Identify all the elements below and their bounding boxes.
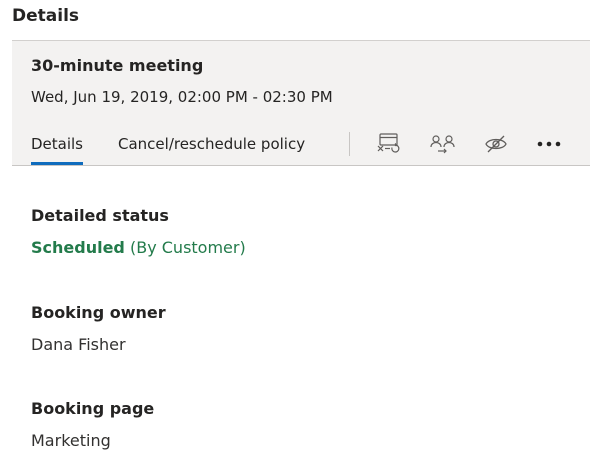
hide-icon	[483, 133, 509, 155]
booking-header-card: 30-minute meeting Wed, Jun 19, 2019, 02:…	[12, 40, 590, 166]
hide-button[interactable]	[481, 131, 511, 157]
cancel-booking-button[interactable]	[374, 131, 404, 157]
booking-page-label: Booking page	[31, 399, 155, 418]
booking-owner-value: Dana Fisher	[31, 335, 126, 354]
pane-title: Details	[12, 6, 80, 26]
more-icon	[535, 139, 563, 149]
detailed-status-label: Detailed status	[31, 206, 169, 225]
booking-datetime: Wed, Jun 19, 2019, 02:00 PM - 02:30 PM	[31, 88, 333, 106]
more-options-button[interactable]	[534, 131, 564, 157]
tab-cancel-reschedule-policy[interactable]: Cancel/reschedule policy	[118, 135, 305, 153]
status-detail: (By Customer)	[129, 238, 246, 257]
booking-owner-label: Booking owner	[31, 303, 166, 322]
tab-details[interactable]: Details	[31, 135, 84, 165]
toolbar-divider	[349, 132, 350, 156]
tab-bar: Details Cancel/reschedule policy	[12, 132, 590, 167]
cancel-booking-icon	[375, 132, 403, 156]
reassign-staff-icon	[429, 133, 457, 155]
detailed-status-value: Scheduled (By Customer)	[31, 238, 246, 257]
status-badge: Scheduled	[31, 238, 125, 257]
booking-page-value: Marketing	[31, 431, 111, 450]
booking-title: 30-minute meeting	[31, 56, 204, 75]
reassign-staff-button[interactable]	[428, 131, 458, 157]
